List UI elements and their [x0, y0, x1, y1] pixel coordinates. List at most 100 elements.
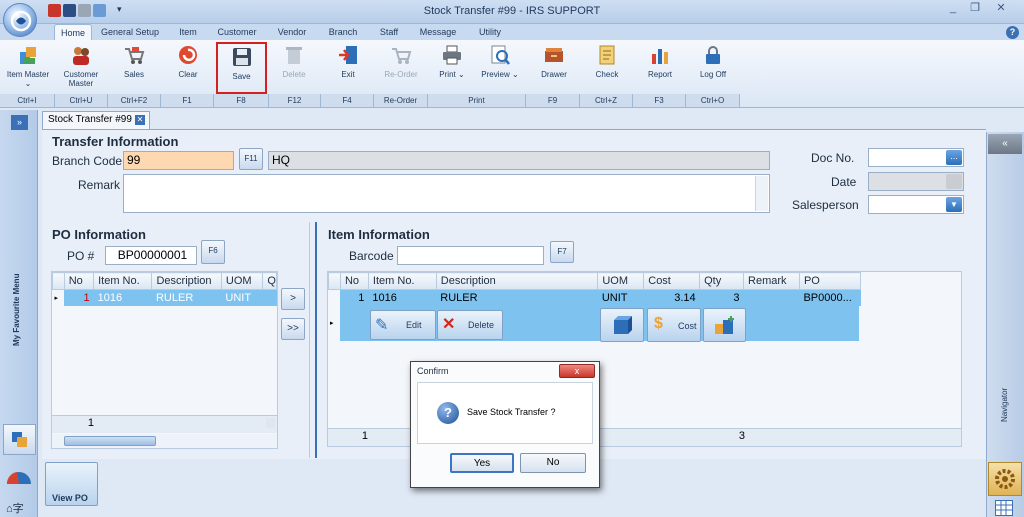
table-row[interactable]: ▸ 1 1016 RULER UNIT	[52, 289, 277, 306]
remark-label: Remark	[78, 178, 121, 192]
move-one-button[interactable]: >	[281, 288, 305, 310]
log-off-button[interactable]: Log Off	[689, 42, 737, 94]
po-scroll-thumb[interactable]	[64, 436, 156, 446]
edit-button[interactable]: ✎ Edit	[370, 310, 436, 340]
tab-item[interactable]: Item	[172, 24, 204, 40]
stock-boxes-icon	[715, 316, 734, 334]
po-information-heading: PO Information	[52, 227, 146, 242]
quick-access-dropdown-icon[interactable]: ▾	[117, 4, 122, 15]
salesperson-dropdown-icon[interactable]: ▼	[946, 197, 962, 212]
save-label: Save	[232, 72, 251, 81]
row-indicator-icon: ▸	[328, 306, 340, 341]
nav-cubes-icon[interactable]	[3, 424, 36, 455]
po-number-input[interactable]: BP00000001	[105, 246, 197, 265]
document-tab[interactable]: Stock Transfer #99 ✕	[42, 111, 150, 129]
tab-branch[interactable]: Branch	[322, 24, 364, 40]
dialog-body: ? Save Stock Transfer ?	[417, 382, 593, 444]
checklist-icon	[596, 44, 618, 66]
stock-button[interactable]	[703, 308, 746, 342]
save-button[interactable]: Save	[216, 42, 267, 94]
app-orb-button[interactable]	[3, 3, 37, 37]
delete-button[interactable]: Delete	[270, 42, 318, 94]
close-tab-icon[interactable]: ✕	[135, 115, 145, 125]
customer-master-shortcut: Ctrl+U	[55, 94, 108, 107]
collapse-navigator-icon[interactable]: «	[988, 134, 1022, 154]
quick-access-icon[interactable]	[48, 4, 61, 17]
item-footer-count: 1	[361, 430, 368, 442]
printer-icon	[441, 44, 463, 66]
expand-favourite-icon[interactable]: »	[11, 115, 28, 130]
delete-row-button[interactable]: ✕ Delete	[437, 310, 503, 340]
barcode-lookup-button[interactable]: F7	[550, 241, 574, 263]
nav-chart-icon[interactable]	[3, 462, 36, 490]
sales-button[interactable]: Sales	[110, 42, 158, 94]
dialog-message: Save Stock Transfer ?	[467, 407, 556, 417]
item-detail-button[interactable]	[600, 308, 644, 342]
po-col-uom: UOM	[220, 272, 264, 290]
check-button[interactable]: Check	[584, 42, 630, 94]
quick-delete-icon[interactable]	[78, 4, 91, 17]
check-shortcut: Ctrl+Z	[580, 94, 633, 107]
exit-shortcut: F4	[321, 94, 374, 107]
remark-scrollbar[interactable]	[755, 176, 768, 211]
tab-utility[interactable]: Utility	[472, 24, 508, 40]
doc-no-browse-button[interactable]: ...	[946, 150, 962, 165]
dialog-close-button[interactable]: x	[559, 364, 595, 378]
quick-access-icon[interactable]	[93, 4, 106, 17]
calendar-icon[interactable]	[946, 174, 962, 189]
item-master-button[interactable]: Item Master ⌄	[3, 42, 53, 94]
po-vertical-scrollbar[interactable]	[266, 418, 275, 428]
help-icon[interactable]: ?	[1006, 26, 1019, 39]
save-floppy-icon	[231, 46, 253, 68]
reorder-button[interactable]: Re-Order	[377, 42, 425, 94]
po-row-uom: UNIT	[221, 289, 263, 306]
barcode-input[interactable]	[397, 246, 544, 265]
branch-lookup-button[interactable]: F11	[239, 148, 263, 170]
print-button[interactable]: Print ⌄	[432, 42, 472, 94]
no-button[interactable]: No	[520, 453, 586, 473]
po-row-header-column	[52, 272, 65, 290]
item-footer-qty: 3	[738, 430, 745, 442]
tab-customer[interactable]: Customer	[213, 24, 261, 40]
yes-button[interactable]: Yes	[450, 453, 514, 473]
exit-door-icon	[337, 44, 359, 66]
delete-row-label: Delete	[468, 320, 495, 330]
sales-label: Sales	[123, 70, 144, 79]
tab-general-setup[interactable]: General Setup	[99, 24, 161, 40]
item-col-qty: Qty	[699, 272, 745, 290]
cost-label: Cost	[678, 321, 697, 331]
close-button[interactable]: ✕	[992, 1, 1010, 17]
branch-code-input[interactable]: 99	[123, 151, 234, 170]
report-button[interactable]: Report	[636, 42, 684, 94]
settings-gear-icon[interactable]	[988, 462, 1022, 496]
restore-button[interactable]: ❐	[966, 1, 984, 17]
table-row[interactable]: 1 1016 RULER UNIT 3.14 3 BP0000...	[328, 289, 861, 306]
cost-button[interactable]: $ Cost	[647, 308, 701, 342]
preview-magnifier-icon	[489, 44, 511, 66]
po-col-no: No	[63, 272, 95, 290]
drawer-shortcut: F9	[526, 94, 580, 107]
tab-vendor[interactable]: Vendor	[272, 24, 312, 40]
minimize-button[interactable]: _	[944, 1, 962, 17]
barcode-label: Barcode	[349, 249, 394, 263]
customer-master-button[interactable]: Customer Master	[58, 42, 104, 94]
po-lookup-button[interactable]: F6	[201, 240, 225, 264]
tab-staff[interactable]: Staff	[373, 24, 405, 40]
nav-language-icon[interactable]: ⌂字	[6, 500, 24, 516]
drawer-label: Drawer	[541, 70, 567, 79]
print-group-label: Print	[428, 94, 526, 107]
item-col-description: Description	[435, 272, 599, 290]
remark-textarea[interactable]	[123, 174, 770, 213]
move-all-button[interactable]: >>	[281, 318, 305, 340]
tab-message[interactable]: Message	[416, 24, 460, 40]
grid-view-icon[interactable]	[995, 500, 1013, 516]
tab-home[interactable]: Home	[54, 24, 92, 40]
quick-save-icon[interactable]	[63, 4, 76, 17]
exit-button[interactable]: Exit	[324, 42, 372, 94]
drawer-button[interactable]: Drawer	[530, 42, 578, 94]
report-shortcut: F3	[633, 94, 686, 107]
po-col-item-no: Item No.	[93, 272, 153, 290]
clear-button[interactable]: Clear	[164, 42, 212, 94]
view-po-button[interactable]: View PO	[45, 462, 98, 506]
preview-button[interactable]: Preview ⌄	[476, 42, 524, 94]
